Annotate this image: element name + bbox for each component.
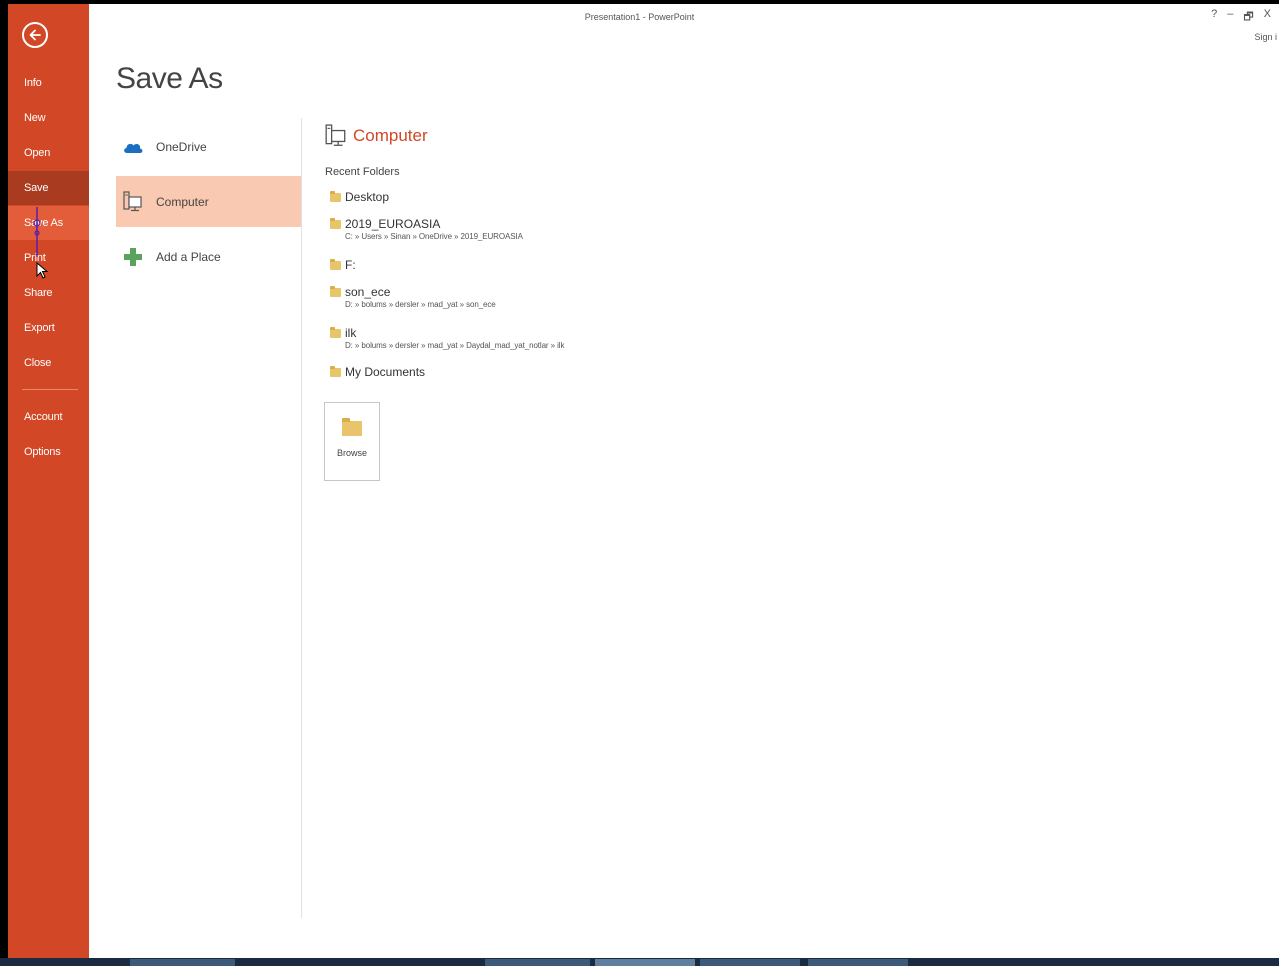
- plus-icon: [122, 246, 144, 268]
- close-window-button[interactable]: X: [1264, 8, 1271, 27]
- recent-folder-desktop[interactable]: Desktop: [330, 190, 389, 204]
- sidebar-item-account[interactable]: Account: [8, 400, 89, 434]
- place-add-a-place[interactable]: Add a Place: [116, 231, 301, 282]
- place-label-computer: Computer: [156, 194, 209, 209]
- taskbar-app-button[interactable]: [130, 959, 235, 966]
- restore-button[interactable]: 🗗: [1243, 8, 1253, 27]
- sidebar-item-options[interactable]: Options: [8, 435, 89, 469]
- folder-icon: [330, 365, 341, 377]
- taskbar-app-button[interactable]: [595, 959, 695, 966]
- folder-path: D: » bolums » dersler » mad_yat » son_ec…: [345, 300, 496, 309]
- window-controls: ? – 🗗 X: [1211, 8, 1271, 27]
- sidebar-item-export[interactable]: Export: [8, 311, 89, 345]
- recent-folder-f-drive[interactable]: F:: [330, 258, 356, 272]
- screen-left-border: [0, 0, 8, 966]
- place-computer[interactable]: Computer: [116, 176, 301, 227]
- folder-name: son_ece: [345, 285, 391, 299]
- sidebar-item-save-as[interactable]: Save As: [8, 206, 89, 240]
- place-label-add-a-place: Add a Place: [156, 249, 221, 264]
- folder-path: C: » Users » Sinan » OneDrive » 2019_EUR…: [345, 232, 523, 241]
- folder-name: ilk: [345, 326, 357, 340]
- recent-folder-son-ece[interactable]: son_ece D: » bolums » dersler » mad_yat …: [330, 285, 496, 309]
- sidebar-item-open[interactable]: Open: [8, 136, 89, 170]
- recent-folder-my-documents[interactable]: My Documents: [330, 365, 425, 379]
- screen-top-border: [0, 0, 1279, 4]
- folder-open-icon: [342, 418, 362, 436]
- page-title: Save As: [116, 62, 223, 95]
- taskbar: [0, 958, 1279, 966]
- back-button[interactable]: [22, 22, 48, 48]
- window-title: Presentation1 - PowerPoint: [584, 12, 695, 22]
- sidebar-divider: [22, 389, 78, 390]
- folder-icon: [330, 285, 341, 297]
- sidebar-item-info[interactable]: Info: [8, 66, 89, 100]
- computer-icon: [325, 124, 346, 146]
- taskbar-app-button[interactable]: [808, 959, 908, 966]
- computer-icon: [122, 190, 144, 213]
- recent-folder-ilk[interactable]: ilk D: » bolums » dersler » mad_yat » Da…: [330, 326, 564, 350]
- back-arrow-icon: [29, 29, 41, 41]
- folder-name: 2019_EUROASIA: [345, 217, 441, 231]
- sidebar-item-new[interactable]: New: [8, 101, 89, 135]
- folder-name: Desktop: [345, 190, 390, 204]
- browse-label: Browse: [336, 448, 367, 458]
- taskbar-app-button[interactable]: [700, 959, 800, 966]
- recent-folder-2019-euroasia[interactable]: 2019_EUROASIA C: » Users » Sinan » OneDr…: [330, 217, 523, 241]
- column-divider: [301, 118, 302, 918]
- taskbar-app-button[interactable]: [485, 959, 590, 966]
- browse-button[interactable]: Browse: [324, 402, 380, 481]
- sidebar-item-save[interactable]: Save: [8, 171, 89, 205]
- folder-name: My Documents: [345, 365, 426, 379]
- powerpoint-window: Presentation1 - PowerPoint ? – 🗗 X Sign …: [0, 0, 1279, 966]
- recent-folders-heading: Recent Folders: [325, 166, 400, 178]
- sign-in-link[interactable]: Sign i: [1254, 32, 1277, 42]
- sidebar-item-close[interactable]: Close: [8, 346, 89, 380]
- minimize-button[interactable]: –: [1227, 8, 1233, 27]
- place-onedrive[interactable]: OneDrive: [116, 121, 301, 172]
- folder-name: F:: [345, 258, 356, 272]
- sidebar-item-share[interactable]: Share: [8, 276, 89, 310]
- drag-trail-icon: [33, 207, 41, 257]
- folder-icon: [330, 326, 341, 338]
- folder-icon: [330, 190, 341, 202]
- panel-title: Computer: [353, 126, 428, 145]
- folder-icon: [330, 258, 341, 270]
- folder-path: D: » bolums » dersler » mad_yat » Daydal…: [345, 341, 565, 350]
- backstage-sidebar: Info New Open Save Save As Print Share E…: [8, 4, 89, 958]
- onedrive-cloud-icon: [122, 136, 144, 158]
- place-label-onedrive: OneDrive: [156, 139, 207, 154]
- help-button[interactable]: ?: [1211, 8, 1217, 27]
- folder-icon: [330, 217, 341, 229]
- panel-header: Computer: [325, 124, 428, 148]
